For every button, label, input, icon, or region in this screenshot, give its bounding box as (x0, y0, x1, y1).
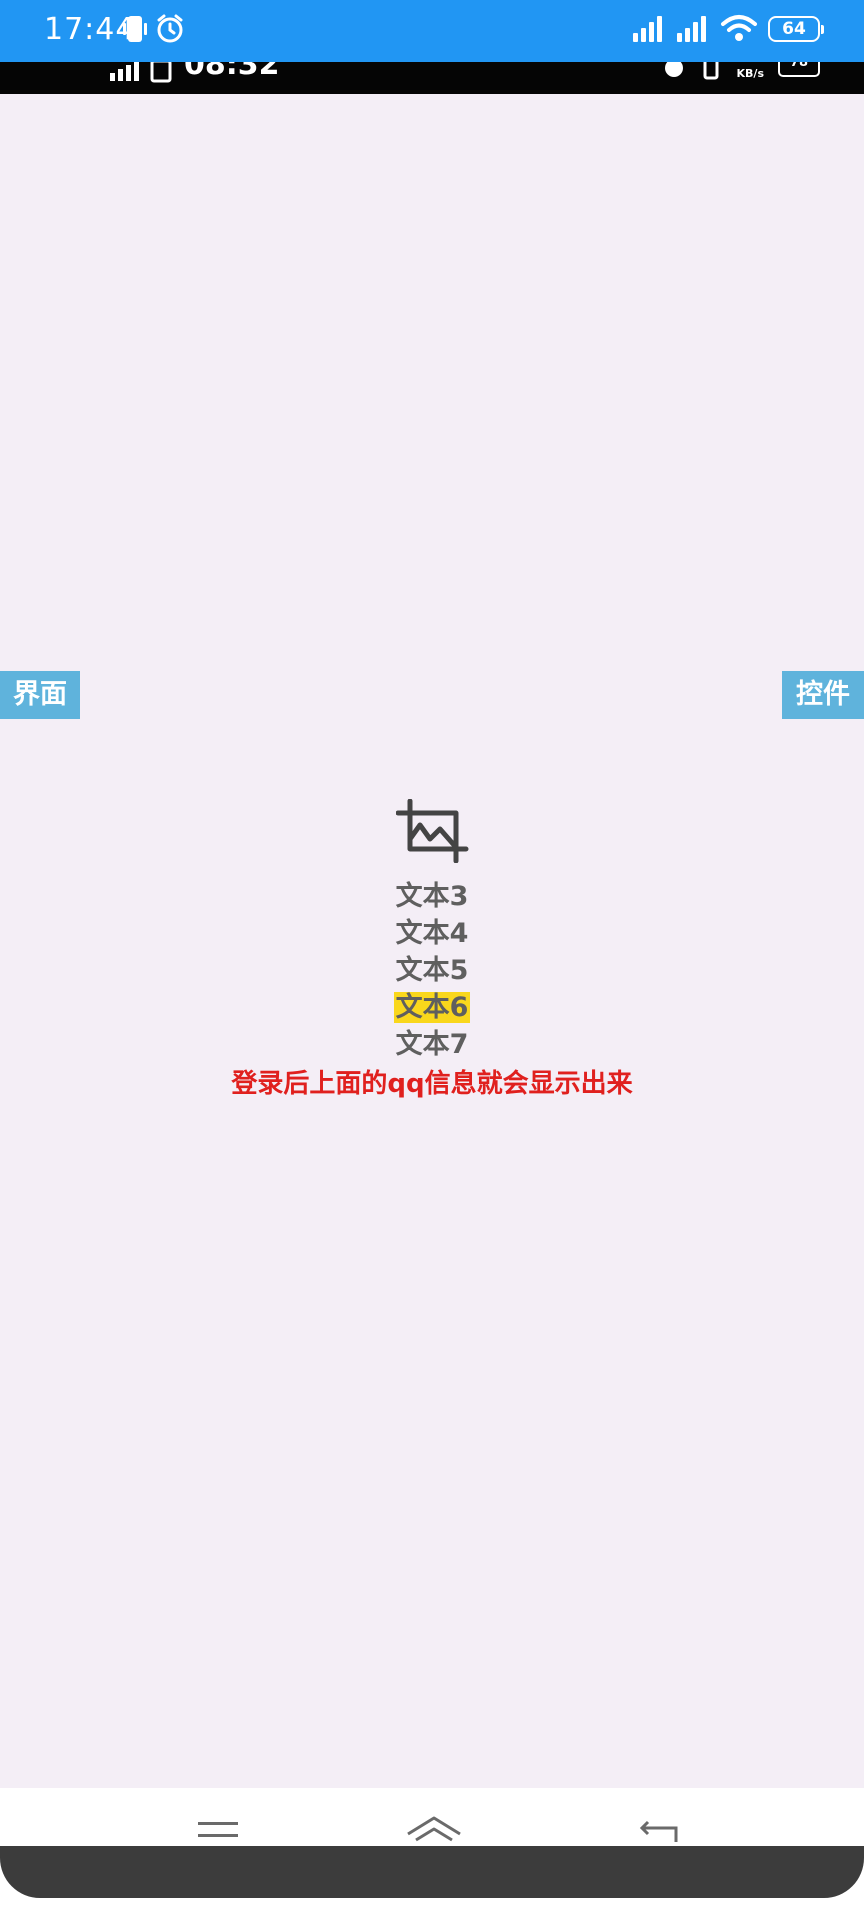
list-item[interactable]: 文本7 (0, 1026, 864, 1063)
inner-signal-icon (110, 62, 139, 81)
list-item-highlighted[interactable]: 文本6 (0, 989, 864, 1026)
signal-icon (633, 16, 662, 42)
image-placeholder-icon (396, 799, 469, 863)
inner-time: 08:32 (184, 62, 280, 82)
inner-battery: 78 (778, 62, 820, 77)
inner-status-bar: 08:32 KB/s 78 (0, 62, 864, 94)
bottom-dark-bar (0, 1846, 864, 1898)
signal-icon-2 (677, 16, 706, 42)
alarm-icon (157, 14, 183, 43)
battery-indicator: 64 (768, 16, 824, 42)
tab-interface[interactable]: 界面 (0, 671, 80, 719)
list-item[interactable]: 文本5 (0, 952, 864, 989)
inner-clock-icon (664, 62, 683, 77)
wifi-icon (721, 15, 757, 41)
phone-vibrate-icon (123, 16, 147, 42)
tab-controls[interactable]: 控件 (782, 671, 864, 719)
text-list: 文本3 文本4 文本5 文本6 文本7 (0, 878, 864, 1063)
inner-sim-icon (150, 62, 172, 83)
list-item[interactable]: 文本3 (0, 878, 864, 915)
login-notice: 登录后上面的qq信息就会显示出来 (231, 1069, 633, 1099)
list-item[interactable]: 文本4 (0, 915, 864, 952)
inner-speed-unit: KB/s (736, 67, 764, 80)
inner-vibrate-icon (703, 62, 719, 80)
status-bar: 17:44 64 (0, 0, 864, 62)
